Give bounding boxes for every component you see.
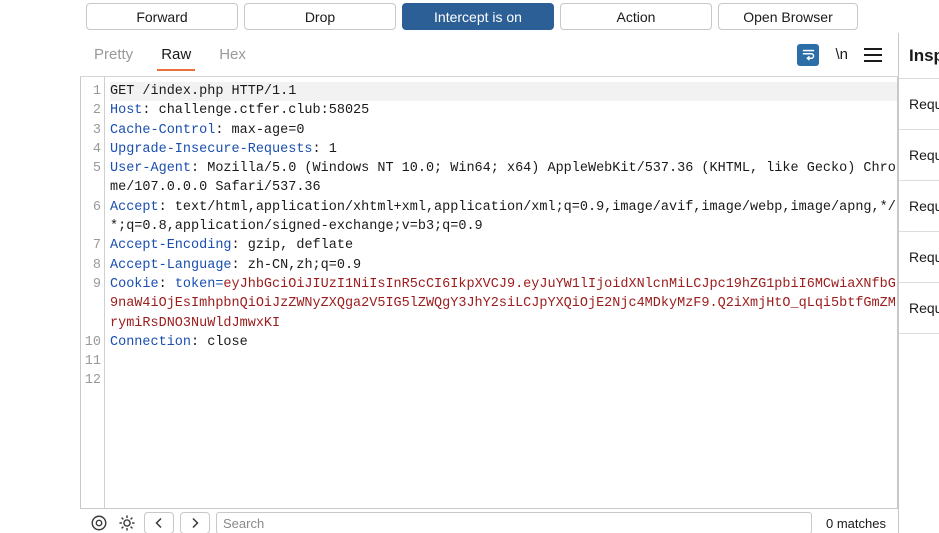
code-span: : Mozilla/5.0 (Windows NT 10.0; Win64; x… (110, 161, 896, 196)
inspector-panel: Inspector Request attributes Request que… (898, 33, 939, 533)
editor-search-bar: Search 0 matches (80, 509, 898, 533)
code-span: : gzip, deflate (231, 238, 354, 254)
search-input[interactable]: Search (216, 512, 813, 533)
inspector-row-request-body-parameters[interactable]: Request body parameters (899, 180, 939, 231)
tab-raw[interactable]: Raw (147, 33, 205, 77)
code-line: Cache-Control: max-age=0 (110, 121, 897, 140)
code-line: Upgrade-Insecure-Requests: 1 (110, 140, 897, 159)
open-browser-button[interactable]: Open Browser (718, 3, 858, 30)
code-span: Host (110, 103, 143, 119)
burp-proxy-intercept-window: Forward Drop Intercept is on Action Open… (0, 0, 939, 533)
left-gutter-strip (0, 0, 80, 533)
line-number-continuation (81, 178, 104, 197)
code-span: : close (191, 334, 248, 350)
line-number: 7 (92, 238, 101, 254)
intercept-action-bar: Forward Drop Intercept is on Action Open… (80, 0, 939, 33)
code-span: : text/html,application/xhtml+xml,applic… (110, 199, 896, 235)
line-number: 12 (84, 373, 101, 389)
line-number: 6 (92, 199, 101, 215)
message-view-tabs: Pretty Raw Hex \n (80, 33, 898, 77)
line-number: 4 (92, 141, 101, 157)
line-number: 1 (92, 84, 101, 99)
line-number: 5 (92, 161, 101, 177)
raw-request-editor[interactable]: 1 2 3 4 5 6 7 8 9 10 11 12 GET /index.php HTTP/1.1 H… (80, 77, 898, 509)
inspector-row-request-headers[interactable]: Request headers (899, 282, 939, 333)
code-span: Accept-Language (110, 257, 232, 273)
drop-button[interactable]: Drop (244, 3, 396, 30)
code-span: Cache-Control (110, 122, 216, 138)
inspector-row-request-query-parameters[interactable]: Request query parameters (899, 129, 939, 180)
code-span: token= (174, 276, 224, 292)
line-number: 10 (84, 334, 101, 350)
forward-button[interactable]: Forward (86, 3, 238, 30)
code-span: : zh-CN,zh;q=0.9 (231, 257, 362, 273)
word-wrap-icon[interactable] (797, 43, 820, 66)
search-prev-button[interactable] (144, 512, 174, 533)
line-number-continuation (81, 314, 104, 333)
code-line: Cookie: token=eyJhbGciOiJIUzI1NiIsInR5cC… (110, 275, 897, 333)
code-line: Connection: close (110, 333, 897, 352)
left-gutter-fill (0, 33, 80, 533)
code-span: GET /index.php HTTP/1.1 (110, 84, 297, 99)
code-span: Accept (110, 199, 159, 215)
line-number: 11 (84, 354, 101, 370)
line-number: 8 (92, 257, 101, 273)
target-icon[interactable] (88, 512, 110, 533)
code-span: : max-age=0 (215, 122, 305, 138)
code-span: eyJhbGciOiJIUzI1NiIsInR5cCI6IkpXVCJ9.eyJ… (110, 276, 896, 331)
code-line: User-Agent: Mozilla/5.0 (Windows NT 10.0… (110, 159, 897, 198)
intercept-toggle-button[interactable]: Intercept is on (402, 3, 554, 30)
code-span: : 1 (312, 141, 337, 157)
search-next-button[interactable] (180, 512, 210, 533)
newline-icon[interactable]: \n (835, 46, 848, 63)
line-number-gutter: 1 2 3 4 5 6 7 8 9 10 11 12 (81, 77, 105, 508)
code-span: User-Agent (110, 161, 192, 177)
gear-icon[interactable] (116, 512, 138, 533)
request-text[interactable]: GET /index.php HTTP/1.1 Host: challenge.c… (105, 77, 897, 508)
code-span: Upgrade-Insecure-Requests (110, 141, 313, 157)
search-matches-label: 0 matches (826, 515, 886, 531)
code-line: Accept-Encoding: gzip, deflate (110, 236, 897, 255)
code-span: Connection (110, 334, 192, 350)
tab-pretty[interactable]: Pretty (80, 33, 147, 77)
code-span: : (158, 276, 175, 292)
line-number: 2 (92, 103, 101, 119)
code-span: Accept-Encoding (110, 238, 232, 254)
code-line: ​ (110, 352, 897, 371)
line-number: 3 (92, 122, 101, 138)
line-number-continuation (81, 294, 104, 313)
code-line: Host: challenge.ctfer.club:58025 (110, 101, 897, 120)
code-line: Accept: text/html,application/xhtml+xml,… (110, 198, 897, 237)
code-span: : challenge.ctfer.club:58025 (142, 103, 370, 119)
line-number: 9 (92, 276, 101, 292)
code-line: ​ (110, 371, 897, 390)
line-number-continuation (81, 217, 104, 236)
code-line: GET /index.php HTTP/1.1 (110, 82, 897, 102)
inspector-row-request-attributes[interactable]: Request attributes (899, 78, 939, 129)
inspector-row-request-cookies[interactable]: Request cookies (899, 231, 939, 282)
action-button[interactable]: Action (560, 3, 712, 30)
inspector-divider (899, 333, 939, 343)
inspector-title: Inspector (909, 45, 939, 65)
tab-hex[interactable]: Hex (205, 33, 260, 77)
editor-body: 1 2 3 4 5 6 7 8 9 10 11 12 GET /index.php HTTP/1.1 H… (81, 77, 897, 508)
editor-tool-icons: \n (797, 43, 898, 66)
code-span: Cookie (110, 276, 159, 292)
hamburger-menu-icon[interactable] (864, 47, 882, 62)
code-line: Accept-Language: zh-CN,zh;q=0.9 (110, 256, 897, 275)
